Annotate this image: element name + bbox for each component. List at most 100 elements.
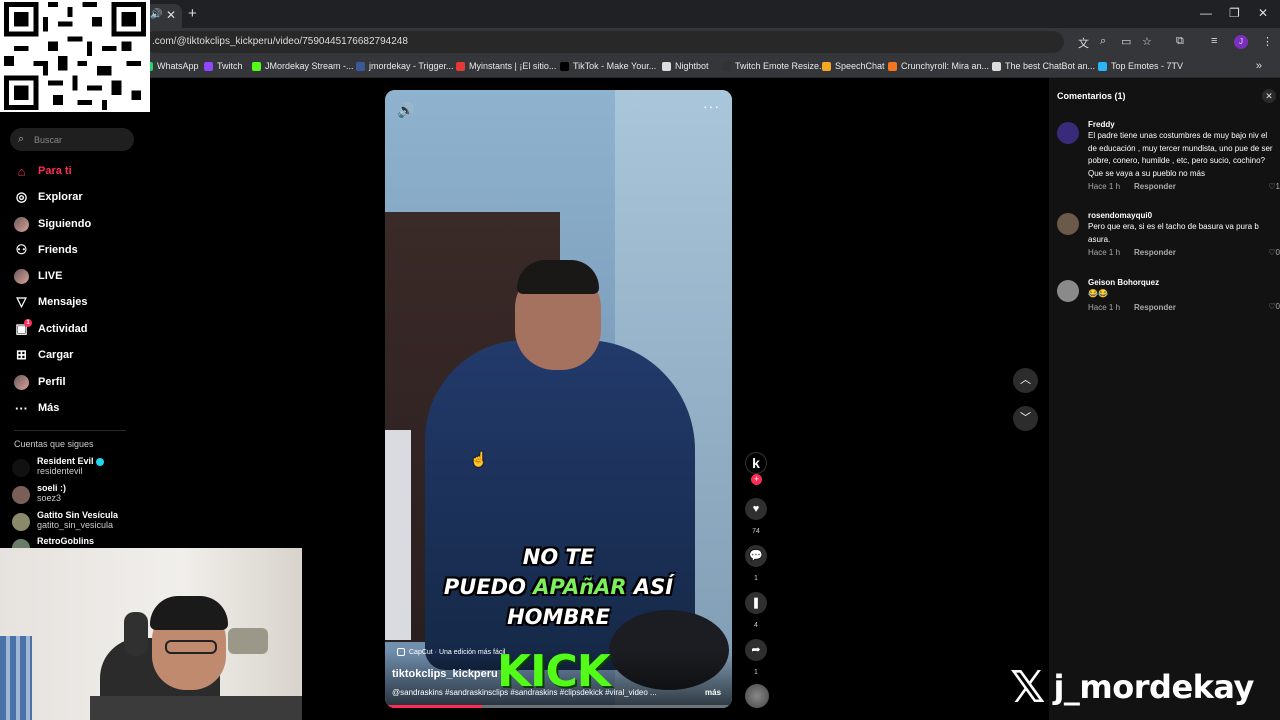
video-author[interactable]: tiktokclips_kickperu <box>392 668 498 680</box>
next-video-icon[interactable]: ﹀ <box>1013 406 1038 431</box>
comment-author[interactable]: Geison Bohorquez <box>1088 278 1274 287</box>
bookmark-item[interactable]: Crunchyroll: Mira an... <box>888 61 989 71</box>
video-player[interactable]: 🔊 ··· NO TE PUEDO APAñAR ASÍ HOMBRE CapC… <box>385 90 732 708</box>
profile-avatar-icon[interactable]: J <box>1234 35 1248 49</box>
webcam-streamer-hair <box>150 596 228 630</box>
reply-button[interactable]: Responder <box>1134 182 1176 191</box>
bookmark-item[interactable]: JMordekay Stream -... <box>252 61 354 71</box>
bookmark-star-icon[interactable]: ☆ <box>1142 35 1152 48</box>
bookmark-item[interactable]: Twitch Emote Resize... <box>722 61 827 71</box>
heart-outline-icon: ♡ <box>1268 248 1276 257</box>
caption-line-1: NO TE <box>522 545 595 569</box>
save-count: 4 <box>754 622 758 629</box>
comment-meta: Hace 1 h Responder <box>1088 303 1274 312</box>
friends-icon: ⚇ <box>15 242 28 257</box>
translate-icon[interactable]: 文 <box>1078 35 1089 51</box>
close-comments-icon[interactable]: ✕ <box>1262 89 1276 103</box>
account-text: soeli :) soez3 <box>37 483 66 503</box>
followed-account[interactable]: soeli :) soez3 <box>12 483 66 507</box>
video-more-icon[interactable]: ··· <box>703 98 720 114</box>
avatar[interactable] <box>1057 280 1079 302</box>
qr-code-image <box>4 2 146 110</box>
avatar[interactable] <box>1057 122 1079 144</box>
search-box[interactable]: ⌕ <box>10 128 134 151</box>
comment-author[interactable]: Freddy <box>1088 120 1274 129</box>
bookmark-item[interactable]: WhatsApp <box>144 61 199 71</box>
video-description: @sandraskins #sandraskinsclips #sandrask… <box>392 688 657 697</box>
bookmark-favicon-icon <box>356 61 365 71</box>
sidebar-item-cargar[interactable]: ⊞ Cargar <box>14 345 73 365</box>
bookmark-label: The best ChatBot an... <box>1005 61 1096 71</box>
sidebar-item-para-ti[interactable]: ⌂ Para ti <box>14 161 72 181</box>
restore-icon[interactable]: ❐ <box>1229 6 1240 20</box>
capcut-icon <box>397 648 405 656</box>
new-tab-icon[interactable]: + <box>188 5 197 22</box>
previous-video-icon[interactable]: ︿ <box>1013 368 1038 393</box>
menu-kebab-icon[interactable]: ⋮ <box>1262 35 1273 48</box>
bookmark-label: SpeechChat <box>835 61 885 71</box>
description-more-link[interactable]: más <box>705 688 721 697</box>
sidebar-item-perfil[interactable]: Perfil <box>14 372 66 392</box>
sidebar-item-live[interactable]: LIVE <box>14 266 62 286</box>
caption-line-2: PUEDO APAñAR ASÍ <box>385 572 732 602</box>
bookmark-label: JMordekay Stream -... <box>265 61 354 71</box>
sidebar-item-siguiendo[interactable]: Siguiendo <box>14 214 91 234</box>
bookmark-item[interactable]: SpeechChat <box>822 61 885 71</box>
comment-body: rosendomayqui0 Pero que era, si es el tac… <box>1088 211 1274 257</box>
account-text: RetroGoblins <box>37 536 94 546</box>
bookmark-item[interactable]: Myinstants | ¡El sitio... <box>456 61 556 71</box>
followed-account[interactable]: Gatito Sin Vesícula gatito_sin_vesicula <box>12 510 118 534</box>
comment-body: Freddy El padre tiene unas costumbres de … <box>1088 120 1274 191</box>
volume-icon[interactable]: 🔊 <box>397 102 414 119</box>
sidebar-item-m-s[interactable]: ··· Más <box>14 398 59 418</box>
reply-button[interactable]: Responder <box>1134 303 1176 312</box>
more-icon: ··· <box>15 400 28 416</box>
comment-like[interactable]: ♡0 <box>1268 248 1280 257</box>
bookmark-item[interactable]: Nightbot <box>662 61 709 71</box>
bookmark-item[interactable]: TikTok - Make Your... <box>560 61 656 71</box>
sidebar-item-label: Siguiendo <box>38 218 92 230</box>
extensions-icon[interactable]: ⧉ <box>1176 35 1184 48</box>
notification-badge: 1 <box>24 318 32 327</box>
avatar[interactable] <box>1057 213 1079 235</box>
cast-icon[interactable]: ▭ <box>1121 35 1131 48</box>
url-text: .com/@tiktokclips_kickperu/video/7590445… <box>152 36 408 47</box>
bookmark-item[interactable]: jmordekay - Trigger... <box>356 61 454 71</box>
capcut-tag[interactable]: CapCut · Una edición más fácil <box>397 648 506 656</box>
comment-like[interactable]: ♡1 <box>1268 182 1280 191</box>
comment-like[interactable]: ♡0 <box>1268 302 1280 311</box>
bookmark-item[interactable]: Top Emotes - 7TV <box>1098 61 1183 71</box>
bookmark-icon[interactable]: ❚ <box>745 592 767 614</box>
comment-author[interactable]: rosendomayqui0 <box>1088 211 1274 220</box>
audio-playing-icon[interactable]: 🔊 <box>150 9 162 20</box>
media-control-icon[interactable]: ≡ <box>1211 35 1217 47</box>
music-disc-icon[interactable] <box>745 684 769 708</box>
bookmark-item[interactable]: Twitch <box>204 61 243 71</box>
reply-button[interactable]: Responder <box>1134 248 1176 257</box>
search-input[interactable] <box>34 131 129 148</box>
zoom-icon[interactable]: ⌕ <box>1100 35 1106 48</box>
comment-icon[interactable]: 💬 <box>745 545 767 567</box>
sidebar-item-mensajes[interactable]: ▽ Mensajes <box>14 292 88 312</box>
close-tab-icon[interactable]: ✕ <box>166 8 176 22</box>
share-icon[interactable]: ➦ <box>745 639 767 661</box>
minimize-icon[interactable]: — <box>1200 6 1212 20</box>
creator-avatar[interactable]: k <box>745 452 767 474</box>
sidebar-item-actividad[interactable]: ▣ 1 Actividad <box>14 318 88 339</box>
bookmark-label: Myinstants | ¡El sitio... <box>469 61 557 71</box>
bookmark-label: TikTok - Make Your... <box>573 61 657 71</box>
followed-account[interactable]: Resident Evil residentevil <box>12 456 104 480</box>
mouse-cursor-icon: ☝ <box>470 451 488 467</box>
close-window-icon[interactable]: ✕ <box>1258 6 1268 20</box>
sidebar-item-friends[interactable]: ⚇ Friends <box>14 240 78 260</box>
follow-plus-icon[interactable]: + <box>751 474 762 485</box>
bookmarks-overflow-icon[interactable]: » <box>1256 60 1262 72</box>
qr-code <box>0 0 150 112</box>
video-progress-bar[interactable] <box>385 705 732 708</box>
sidebar-item-explorar[interactable]: ◎ Explorar <box>14 187 83 207</box>
address-bar[interactable]: .com/@tiktokclips_kickperu/video/7590445… <box>144 31 1064 53</box>
like-heart-icon[interactable]: ♥ <box>745 498 767 520</box>
account-name: Resident Evil <box>37 456 104 466</box>
sidebar-item-label: Actividad <box>38 323 88 335</box>
bookmark-item[interactable]: The best ChatBot an... <box>992 61 1095 71</box>
